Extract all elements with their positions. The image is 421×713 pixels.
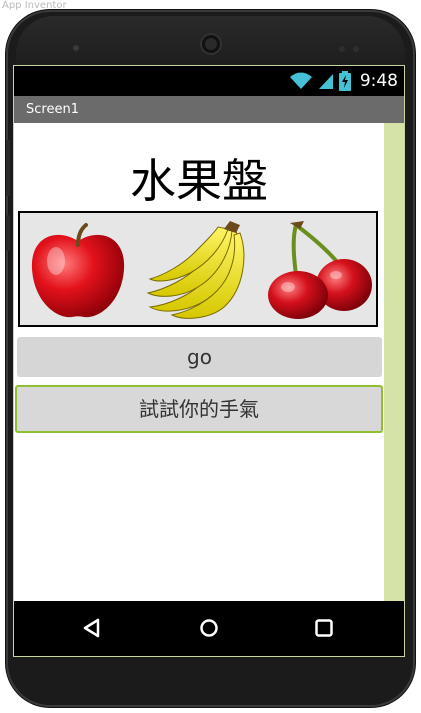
battery-charging-icon xyxy=(338,71,351,91)
recents-icon[interactable] xyxy=(314,618,334,638)
screen-title: Screen1 xyxy=(26,102,79,117)
app-content: 水果盤 go 試試你的手氣 xyxy=(14,123,384,601)
scrollbar[interactable] xyxy=(384,123,404,601)
front-camera-icon xyxy=(202,35,220,53)
fruit-image-panel xyxy=(18,211,378,327)
power-button xyxy=(6,215,10,251)
banana-icon xyxy=(146,221,245,319)
device-screen: 9:48 Screen1 水果盤 go 試試你的手氣 xyxy=(13,65,405,657)
home-icon[interactable] xyxy=(199,618,219,638)
clock: 9:48 xyxy=(359,71,398,91)
light-sensor-icon xyxy=(353,46,359,52)
apple-icon xyxy=(31,223,125,318)
front-sensor-icon xyxy=(72,44,80,52)
go-button[interactable]: go xyxy=(17,337,382,377)
status-icons: 9:48 xyxy=(289,70,398,92)
signal-icon xyxy=(318,74,333,89)
wifi-icon xyxy=(289,72,312,89)
cherry-icon xyxy=(268,221,372,319)
status-bar: 9:48 xyxy=(14,66,404,96)
proximity-sensor-icon xyxy=(339,46,345,52)
title-bar: Screen1 xyxy=(14,96,404,123)
back-icon[interactable] xyxy=(82,618,102,638)
page-title: 水果盤 xyxy=(130,154,268,208)
try-luck-button[interactable]: 試試你的手氣 xyxy=(15,385,383,433)
volume-button xyxy=(6,140,10,196)
navigation-bar xyxy=(14,601,404,656)
